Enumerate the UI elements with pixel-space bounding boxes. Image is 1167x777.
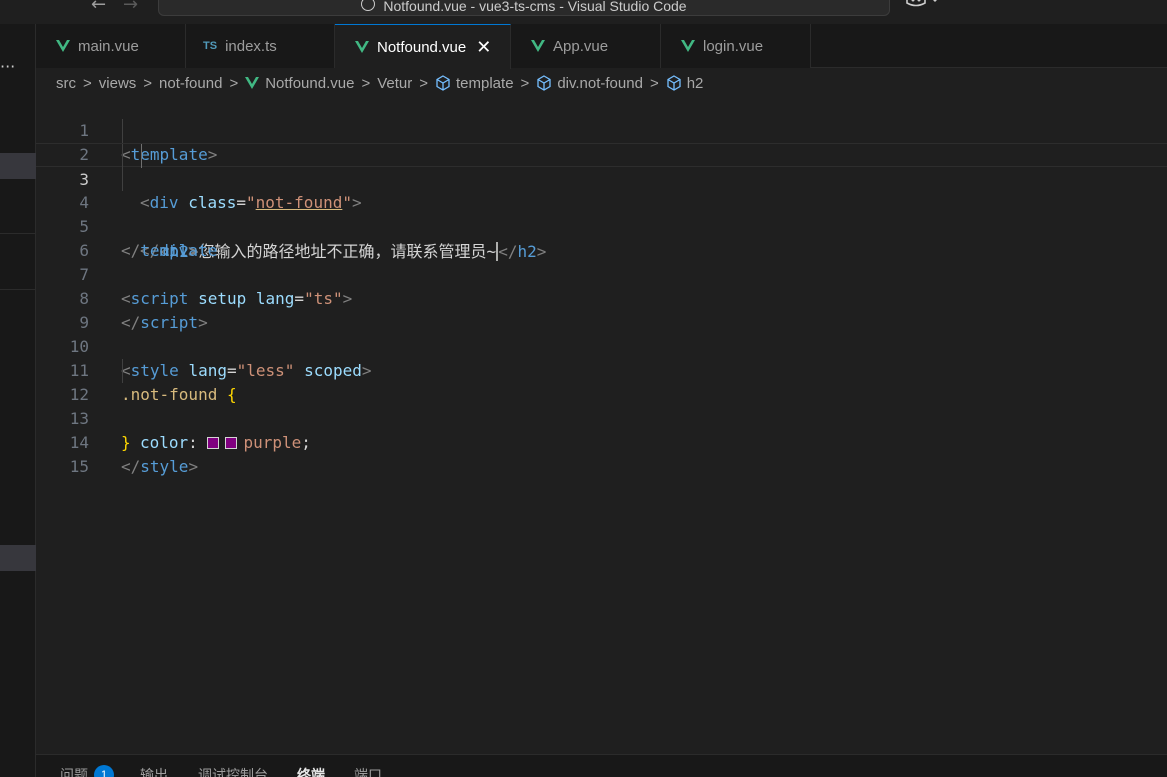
tab-debug-console[interactable]: 调试控制台 <box>198 765 268 777</box>
vue-icon <box>681 40 695 52</box>
tab-problems[interactable]: 问题 <box>60 765 88 777</box>
breadcrumb: src > views > not-found > Notfound.vue >… <box>56 72 703 94</box>
chevron-right-icon: > <box>229 74 239 92</box>
breadcrumb-item-not-found[interactable]: not-found <box>159 75 222 92</box>
chevron-right-icon: > <box>520 74 530 92</box>
vue-icon <box>355 41 369 53</box>
sidebar: ··· <box>0 24 36 777</box>
tab-output[interactable]: 输出 <box>140 765 168 777</box>
code-line[interactable]: 5 </template> <box>36 191 1167 260</box>
indent-guide-active <box>141 144 142 168</box>
tab-label: index.ts <box>225 37 277 55</box>
chevron-right-icon: > <box>419 74 428 92</box>
code-line[interactable]: 7 <script setup lang="ts"> <box>36 239 1167 308</box>
typescript-icon: TS <box>203 40 218 52</box>
breadcrumb-item-template[interactable]: template <box>456 75 514 92</box>
code-line-current[interactable]: 3 <h2>您输入的路径地址不正确，请联系管理员~ </h2> <box>36 143 1167 261</box>
tab-index-ts[interactable]: TS index.ts <box>186 24 335 68</box>
vue-icon <box>531 40 545 52</box>
close-icon[interactable]: ✕ <box>476 37 491 58</box>
indent-guide <box>122 144 123 168</box>
code-line[interactable]: 8 </script> <box>36 263 1167 332</box>
code-line[interactable]: 9 <box>36 287 1167 332</box>
chevron-right-icon: > <box>143 74 153 92</box>
indent-guide <box>122 167 123 191</box>
vue-icon <box>245 77 260 89</box>
breadcrumb-item-h2[interactable]: h2 <box>687 75 704 92</box>
code-line[interactable]: 1 <template> <box>36 95 1167 164</box>
code-line[interactable]: 6 <box>36 215 1167 260</box>
search-icon <box>361 0 376 11</box>
back-arrow-icon[interactable]: ← <box>91 0 106 15</box>
editor-tab-bar: main.vue TS index.ts Notfound.vue ✕ App.… <box>36 24 1167 69</box>
tab-ports[interactable]: 端口 <box>354 765 382 777</box>
command-center[interactable]: Notfound.vue - vue3-ts-cms - Visual Stud… <box>158 0 890 16</box>
sidebar-selected-item[interactable] <box>0 545 36 571</box>
symbol-cube-icon <box>436 75 450 91</box>
forward-arrow-icon[interactable]: → <box>123 0 138 15</box>
chevron-right-icon: > <box>649 74 659 92</box>
tab-label: App.vue <box>553 37 609 55</box>
code-line[interactable]: 14 </style> <box>36 407 1167 476</box>
code-line[interactable]: 2 <div class="not-found"> <box>36 119 1167 212</box>
copilot-icon[interactable] <box>905 0 941 10</box>
code-token: style <box>140 457 189 476</box>
vue-icon <box>56 40 70 52</box>
tab-label: login.vue <box>703 37 764 55</box>
panel-tab-bar: 问题 1 输出 调试控制台 终端 端口 <box>36 754 1167 777</box>
symbol-cube-icon <box>667 75 681 91</box>
code-line[interactable]: 15 <box>36 431 1167 476</box>
tab-notfound-vue[interactable]: Notfound.vue ✕ <box>335 24 511 69</box>
breadcrumb-item-file[interactable]: Notfound.vue <box>265 75 354 92</box>
line-number: 15 <box>69 457 89 476</box>
tab-main-vue[interactable]: main.vue <box>36 24 186 68</box>
tab-label: main.vue <box>78 37 139 55</box>
code-line[interactable]: 10 <style lang="less" scoped> <box>36 311 1167 380</box>
symbol-cube-icon <box>537 75 551 91</box>
chevron-right-icon: > <box>361 74 371 92</box>
code-editor[interactable]: 1 <template> 2 <div class="not-found"> 3… <box>36 95 1167 754</box>
chevron-right-icon: > <box>83 74 92 92</box>
more-actions-icon[interactable]: ··· <box>0 57 15 76</box>
sidebar-divider <box>0 233 36 234</box>
indent-guide <box>122 359 123 383</box>
code-line[interactable]: 4 </div> <box>36 167 1167 260</box>
window-title: Notfound.vue - vue3-ts-cms - Visual Stud… <box>383 0 687 14</box>
code-line[interactable]: 12 color: purple; <box>36 359 1167 452</box>
sidebar-divider <box>0 289 36 290</box>
code-line[interactable]: 13 } <box>36 383 1167 452</box>
tab-app-vue[interactable]: App.vue <box>511 24 661 68</box>
indent-guide <box>122 119 123 143</box>
breadcrumb-item-views[interactable]: views <box>99 75 137 92</box>
title-bar: ← → Notfound.vue - vue3-ts-cms - Visual … <box>0 0 1167 24</box>
problems-count-badge: 1 <box>94 765 114 777</box>
tab-terminal[interactable]: 终端 <box>297 765 325 777</box>
breadcrumb-item-vetur[interactable]: Vetur <box>377 75 412 92</box>
code-line[interactable]: 11 .not-found { <box>36 335 1167 404</box>
tab-label: Notfound.vue <box>377 38 467 56</box>
tab-login-vue[interactable]: login.vue <box>661 24 811 68</box>
breadcrumb-item-src[interactable]: src <box>56 75 76 92</box>
breadcrumb-item-div[interactable]: div.not-found <box>557 75 643 92</box>
sidebar-selected-item[interactable] <box>0 153 36 179</box>
